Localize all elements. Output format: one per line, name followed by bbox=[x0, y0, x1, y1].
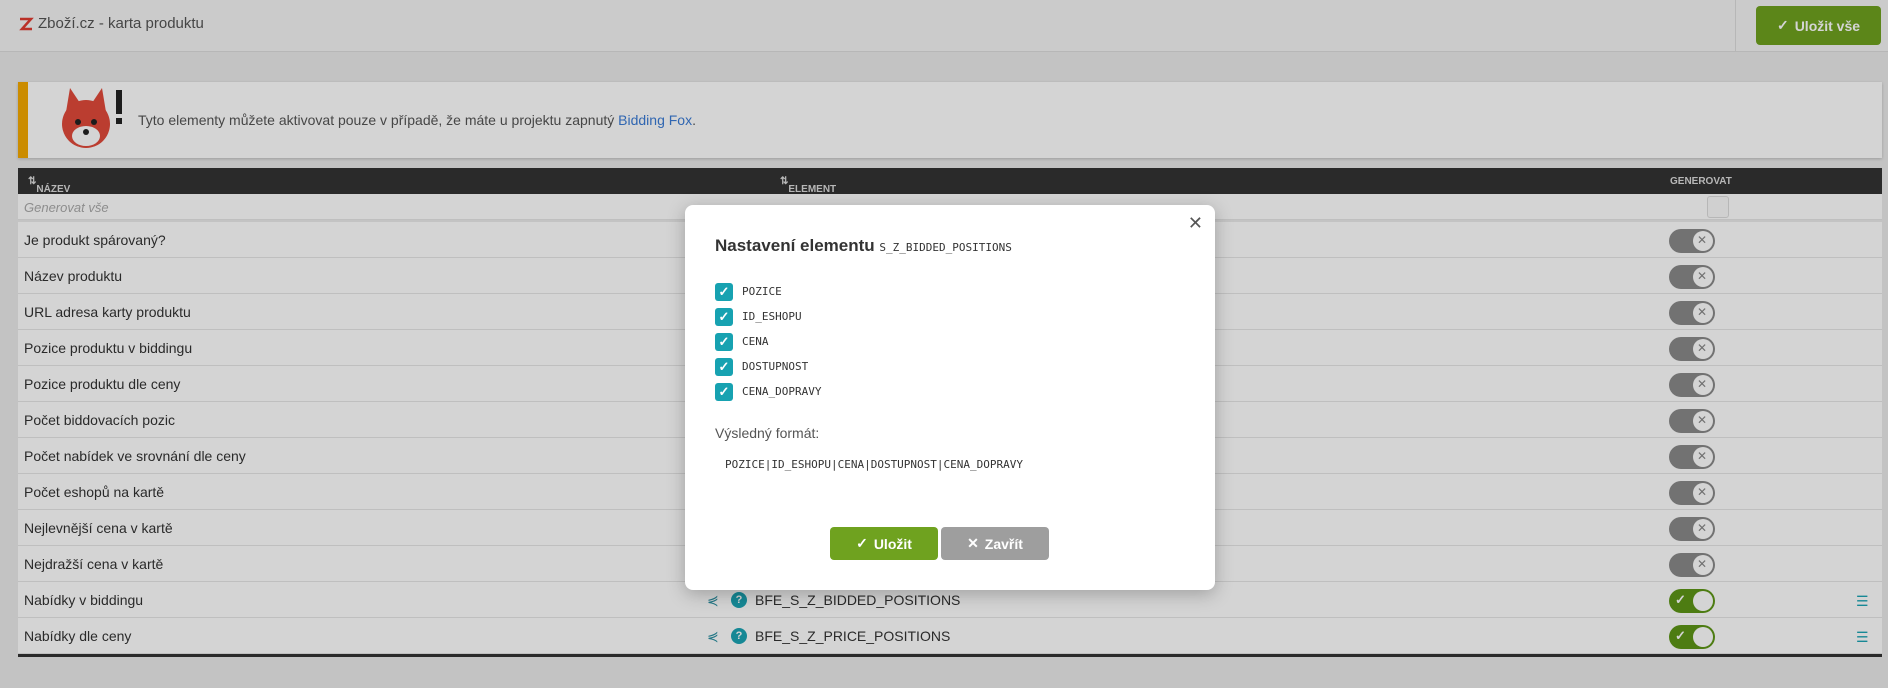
option-label: ID_ESHOPU bbox=[742, 310, 802, 323]
option-item[interactable]: ✓ CENA bbox=[715, 329, 821, 354]
option-label: CENA bbox=[742, 335, 769, 348]
checkbox-checked-icon[interactable]: ✓ bbox=[715, 382, 733, 401]
close-label: Zavřít bbox=[984, 535, 1023, 552]
close-icon: ✕ bbox=[967, 535, 979, 551]
modal-title: Nastavení elementu S_Z_BIDDED_POSITIONS bbox=[715, 236, 1012, 256]
option-item[interactable]: ✓ POZICE bbox=[715, 279, 821, 304]
format-value: POZICE|ID_ESHOPU|CENA|DOSTUPNOST|CENA_DO… bbox=[725, 458, 1024, 471]
checkbox-checked-icon[interactable]: ✓ bbox=[715, 357, 733, 376]
close-icon[interactable]: ✕ bbox=[1188, 213, 1203, 234]
option-item[interactable]: ✓ ID_ESHOPU bbox=[715, 304, 821, 329]
modal-title-text: Nastavení elementu bbox=[715, 236, 875, 255]
element-settings-modal: ✕ Nastavení elementu S_Z_BIDDED_POSITION… bbox=[685, 205, 1215, 590]
check-icon: ✓ bbox=[856, 535, 868, 551]
checkbox-checked-icon[interactable]: ✓ bbox=[715, 282, 733, 301]
checkbox-checked-icon[interactable]: ✓ bbox=[715, 307, 733, 326]
option-item[interactable]: ✓ CENA_DOPRAVY bbox=[715, 379, 821, 404]
close-button[interactable]: ✕ Zavřít bbox=[941, 527, 1049, 560]
option-label: DOSTUPNOST bbox=[742, 360, 809, 373]
option-label: CENA_DOPRAVY bbox=[742, 385, 822, 398]
save-label: Uložit bbox=[873, 535, 912, 552]
option-label: POZICE bbox=[742, 285, 782, 298]
option-list: ✓ POZICE ✓ ID_ESHOPU ✓ CENA ✓ DOSTUPNOST… bbox=[715, 279, 821, 404]
modal-element-code: S_Z_BIDDED_POSITIONS bbox=[879, 241, 1012, 254]
format-label: Výsledný formát: bbox=[715, 425, 820, 441]
option-item[interactable]: ✓ DOSTUPNOST bbox=[715, 354, 821, 379]
checkbox-checked-icon[interactable]: ✓ bbox=[715, 332, 733, 351]
save-button[interactable]: ✓ Uložit bbox=[830, 527, 938, 560]
